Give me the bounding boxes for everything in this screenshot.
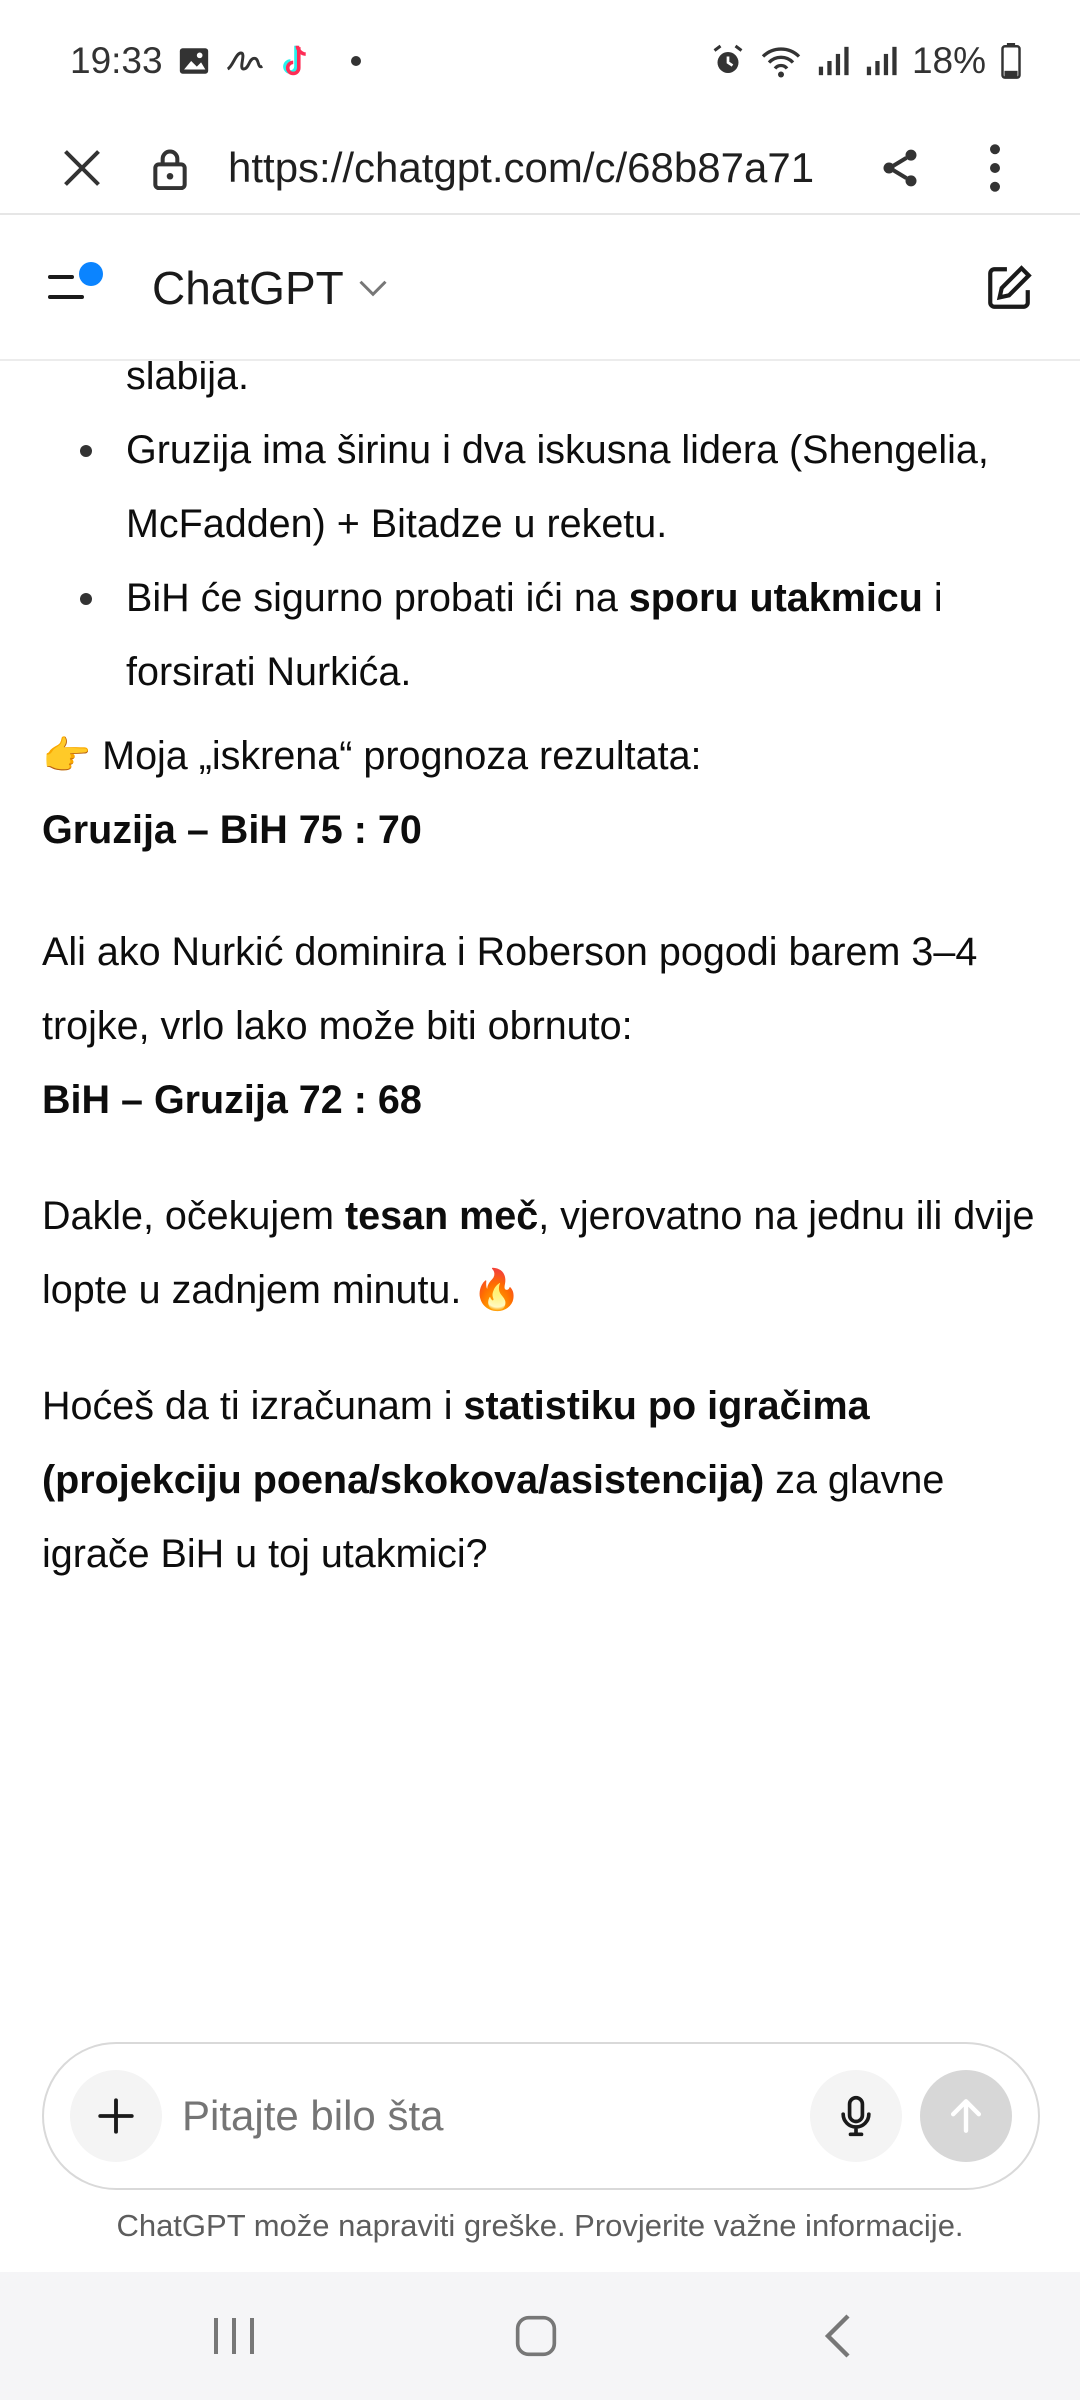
dictate-button[interactable] xyxy=(810,2070,902,2162)
prognosis-paragraph: 👉 Moja „iskrena“ prognoza rezultata: Gru… xyxy=(42,734,702,852)
url-field[interactable]: https://chatgpt.com/c/68b87a71 xyxy=(228,122,840,214)
app-title: ChatGPT xyxy=(152,262,344,314)
recent-apps-button[interactable] xyxy=(210,2272,258,2400)
close-icon xyxy=(64,150,100,186)
browser-url-bar: https://chatgpt.com/c/68b87a71 xyxy=(0,122,1080,214)
send-button[interactable] xyxy=(920,2070,1012,2162)
lock-icon xyxy=(153,149,187,190)
question-paragraph: Hoćeš da ti izračunam i statistiku po ig… xyxy=(42,1384,945,1576)
microphone-icon xyxy=(841,2095,871,2137)
status-bar: 19:33 18% xyxy=(0,0,1080,122)
chevron-down-icon xyxy=(359,280,387,297)
list-item: slabija. xyxy=(126,361,249,398)
signal-2-icon xyxy=(866,46,897,76)
pointing-hand-emoji: 👉 xyxy=(42,734,92,778)
new-chat-button[interactable] xyxy=(984,263,1034,313)
prompt-input[interactable] xyxy=(182,2044,822,2188)
bullet-list: slabija. Gruzija ima širinu i dva iskusn… xyxy=(42,361,1052,709)
notification-dot-icon xyxy=(350,56,361,66)
model-selector[interactable]: ChatGPT xyxy=(152,215,388,361)
chat-message: slabija. Gruzija ima širinu i dva iskusn… xyxy=(0,361,1080,2001)
list-item: Gruzija ima širinu i dva iskusna lidera … xyxy=(42,413,1052,561)
unread-dot-icon xyxy=(79,262,103,286)
signature-app-icon xyxy=(226,51,263,71)
status-time: 19:33 xyxy=(70,40,163,81)
plus-icon xyxy=(98,2098,134,2134)
list-item: BiH će sigurno probati ići na sporu utak… xyxy=(42,561,1052,709)
recents-icon xyxy=(214,2318,254,2354)
share-icon xyxy=(883,149,917,187)
conclusion-paragraph: Dakle, očekujem tesan meč, vjerovatno na… xyxy=(42,1194,1035,1312)
fire-emoji: 🔥 xyxy=(472,1268,522,1312)
home-button[interactable] xyxy=(514,2272,558,2400)
attach-button[interactable] xyxy=(70,2070,162,2162)
edit-icon xyxy=(988,265,1032,309)
more-vert-icon xyxy=(990,144,1000,192)
signal-1-icon xyxy=(818,46,849,76)
arrow-up-icon xyxy=(950,2099,982,2133)
alternative-score: BiH – Gruzija 72 : 68 xyxy=(42,1078,422,1122)
tiktok-icon xyxy=(282,45,306,76)
site-info-button[interactable] xyxy=(150,122,190,214)
status-right: 18% xyxy=(710,40,1022,82)
status-left: 19:33 xyxy=(70,40,361,82)
alternative-paragraph: Ali ako Nurkić dominira i Roberson pogod… xyxy=(42,930,978,1122)
app-header: ChatGPT xyxy=(0,215,1080,361)
browser-menu-button[interactable] xyxy=(980,122,1010,214)
back-icon xyxy=(824,2314,850,2358)
share-page-button[interactable] xyxy=(878,122,922,214)
message-composer xyxy=(42,2042,1040,2190)
gallery-icon xyxy=(179,48,208,74)
disclaimer-text: ChatGPT može napraviti greške. Provjerit… xyxy=(116,2208,964,2243)
prognosis-score: Gruzija – BiH 75 : 70 xyxy=(42,808,422,852)
battery-percent: 18% xyxy=(911,40,986,81)
system-nav-bar xyxy=(0,2272,1080,2400)
alarm-icon xyxy=(713,44,743,73)
wifi-icon xyxy=(761,47,801,78)
close-tab-button[interactable] xyxy=(60,122,110,214)
battery-icon xyxy=(1001,43,1021,79)
home-icon xyxy=(515,2315,557,2357)
back-button[interactable] xyxy=(820,2272,856,2400)
